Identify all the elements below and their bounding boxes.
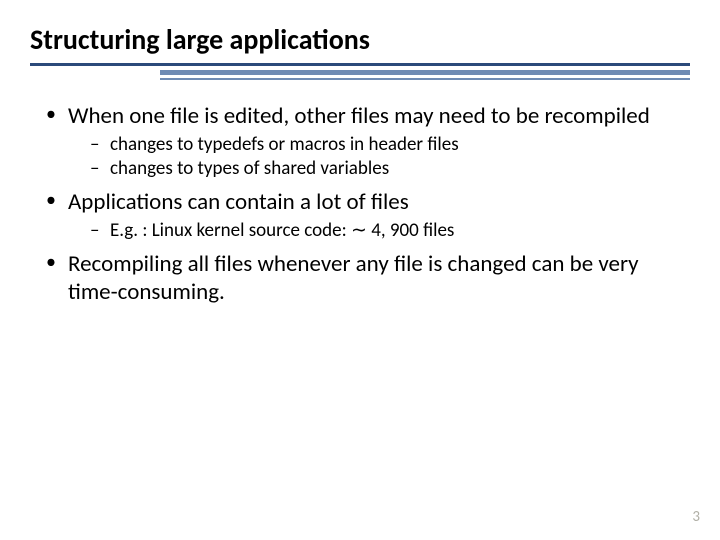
sub-text: E.g. : Linux kernel source code: ∼ 4, 90… — [110, 219, 454, 242]
bullet-text: Recompiling all files whenever any file … — [68, 250, 639, 307]
bullet-text: When one file is edited, other files may… — [68, 102, 650, 130]
decorative-rules — [30, 70, 690, 84]
rule-thick — [160, 70, 690, 75]
sub-text: changes to types of shared variables — [110, 157, 389, 180]
bullet-list: When one file is edited, other files may… — [30, 102, 690, 307]
page-number: 3 — [692, 508, 700, 526]
slide: Structuring large applications When one … — [0, 0, 720, 540]
sub-list: changes to typedefs or macros in header … — [68, 133, 690, 182]
sub-list: E.g. : Linux kernel source code: ∼ 4, 90… — [68, 219, 690, 244]
slide-title: Structuring large applications — [30, 22, 690, 57]
bullet-item: When one file is edited, other files may… — [42, 102, 690, 182]
sub-text: changes to typedefs or macros in header … — [110, 133, 459, 156]
sub-item: changes to typedefs or macros in header … — [88, 133, 690, 158]
bullet-text: Applications can contain a lot of files — [68, 188, 409, 216]
rule-thin — [160, 78, 690, 80]
title-underline — [30, 63, 690, 66]
bullet-item: Recompiling all files whenever any file … — [42, 250, 690, 308]
sub-item: changes to types of shared variables — [88, 157, 690, 182]
sub-item: E.g. : Linux kernel source code: ∼ 4, 90… — [88, 219, 690, 244]
bullet-item: Applications can contain a lot of files … — [42, 188, 690, 243]
